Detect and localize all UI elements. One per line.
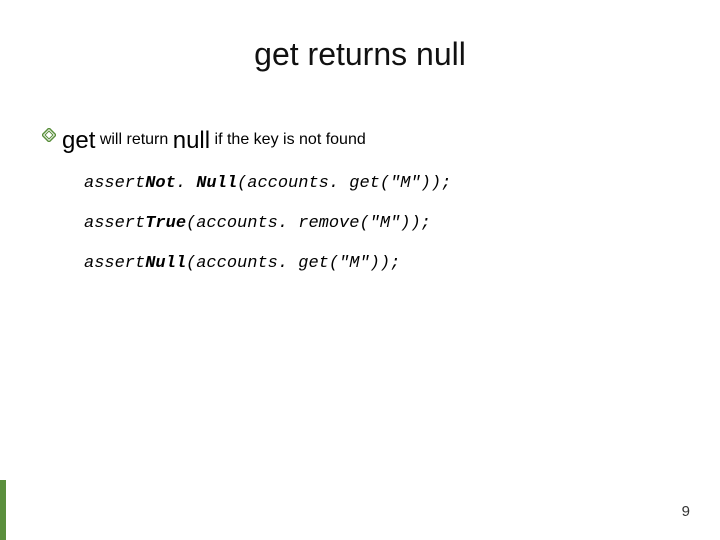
code3-b: Null <box>145 254 186 273</box>
code1-e: (accounts. get("M")); <box>237 174 451 193</box>
accent-bar <box>0 480 6 540</box>
title-word-null: null <box>416 36 466 72</box>
bullet-word-get: get <box>62 127 95 154</box>
code3-c: (accounts. get("M")); <box>186 254 400 273</box>
diamond-bullet-icon <box>42 128 56 149</box>
bullet-word-null: null <box>173 127 210 154</box>
code1-b: Not <box>145 174 176 193</box>
slide: get returns null get will return null if… <box>0 0 720 540</box>
title-word-get: get <box>254 36 298 72</box>
title-middle: returns <box>299 36 416 72</box>
page-number: 9 <box>682 503 690 520</box>
code-line-1: assertNot. Null(accounts. get("M")); <box>84 174 451 193</box>
bullet-mid1: will return <box>95 131 172 148</box>
code1-d: Null <box>196 174 237 193</box>
bullet-line: get will return null if the key is not f… <box>42 125 680 156</box>
code2-b: True <box>145 214 186 233</box>
code1-a: assert <box>84 174 145 193</box>
code2-a: assert <box>84 214 145 233</box>
code-line-2: assertTrue(accounts. remove("M")); <box>84 214 431 233</box>
code-line-3: assertNull(accounts. get("M")); <box>84 254 400 273</box>
bullet-mid2: if the key is not found <box>210 131 366 148</box>
code2-c: (accounts. remove("M")); <box>186 214 431 233</box>
code3-a: assert <box>84 254 145 273</box>
page-title: get returns null <box>0 36 720 73</box>
code1-c: . <box>176 174 196 193</box>
